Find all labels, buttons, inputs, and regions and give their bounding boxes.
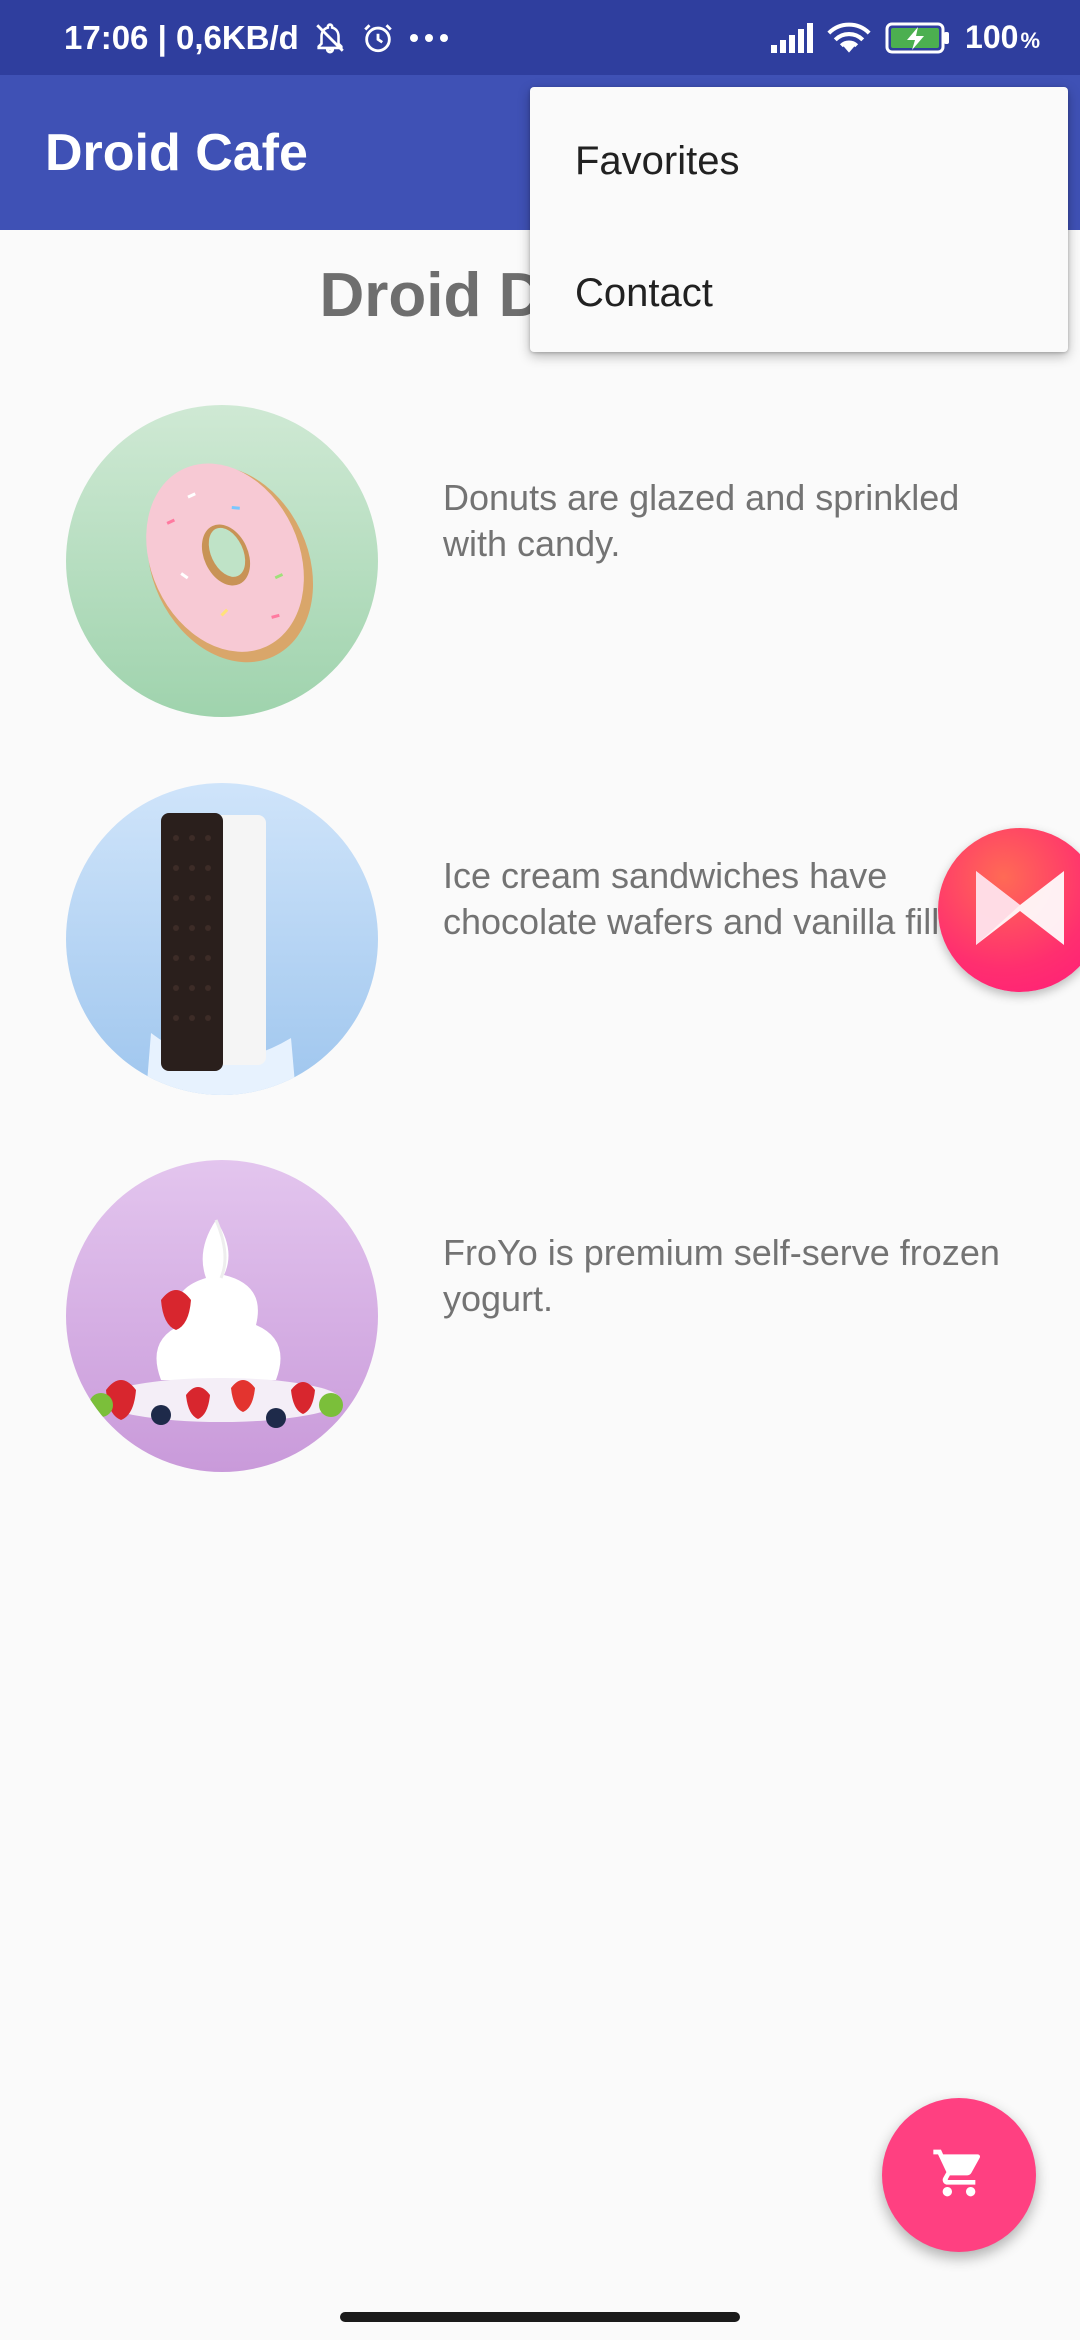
status-time-speed: 17:06 | 0,6KB/d <box>64 18 299 56</box>
list-item-donut: Donuts are glazed and sprinkled with can… <box>0 405 1080 725</box>
list-item-froyo: FroYo is premium self-serve frozen yogur… <box>0 1160 1080 1480</box>
battery-percent: 100% <box>965 19 1040 56</box>
app-title: Droid Cafe <box>45 123 308 182</box>
overflow-menu: Favorites Contact <box>530 87 1068 352</box>
status-bar: 17:06 | 0,6KB/d 100% <box>0 0 1080 75</box>
shopping-cart-fab[interactable] <box>882 2098 1036 2252</box>
item-description: Ice cream sandwiches have chocolate wafe… <box>443 855 998 942</box>
battery-percent-value: 100 <box>965 19 1019 55</box>
wifi-icon <box>827 21 871 55</box>
froyo-image[interactable] <box>66 1160 378 1472</box>
screen: 17:06 | 0,6KB/d 100% Droid Cafe Droid Do… <box>0 0 1080 2340</box>
ice-cream-sandwich-image[interactable] <box>66 783 378 1095</box>
status-right: 100% <box>769 19 1040 56</box>
gesture-navigation-bar[interactable] <box>340 2312 740 2322</box>
menu-item-favorites[interactable]: Favorites <box>530 95 1068 227</box>
donut-image[interactable] <box>66 405 378 717</box>
signal-icon <box>769 22 814 53</box>
item-description: FroYo is premium self-serve frozen yogur… <box>443 1232 1000 1319</box>
bow-tie-icon <box>972 865 1068 956</box>
menu-item-contact[interactable]: Contact <box>530 227 1068 359</box>
shopping-cart-icon <box>931 2145 987 2206</box>
more-notifications-icon <box>409 33 449 43</box>
status-left: 17:06 | 0,6KB/d <box>64 19 449 57</box>
item-description: Donuts are glazed and sprinkled with can… <box>443 477 960 564</box>
battery-percent-sign: % <box>1020 28 1040 53</box>
mute-notifications-icon <box>313 21 347 55</box>
battery-charging-icon <box>885 21 951 55</box>
alarm-icon <box>361 21 395 55</box>
list-item-ice-cream-sandwich: Ice cream sandwiches have chocolate wafe… <box>0 783 1080 1103</box>
